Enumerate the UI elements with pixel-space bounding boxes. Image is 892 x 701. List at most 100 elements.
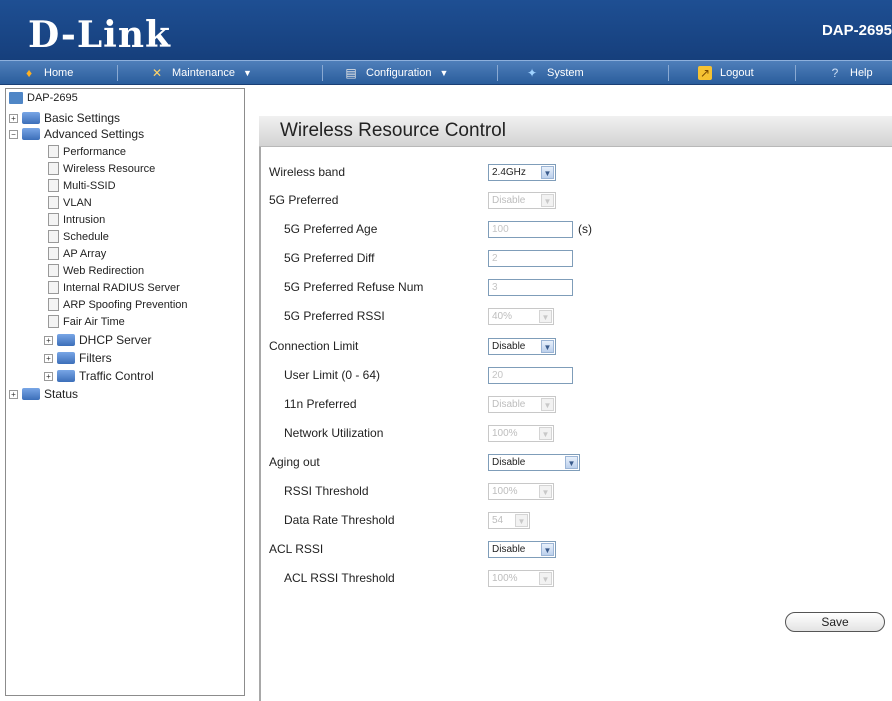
nav-logout[interactable]: ↗ Logout xyxy=(698,63,754,82)
tree-item-internal-radius-server[interactable]: Internal RADIUS Server xyxy=(48,281,180,294)
nav-maintenance-label: Maintenance xyxy=(172,66,235,79)
page-icon xyxy=(48,298,59,311)
page-icon xyxy=(48,230,59,243)
expand-icon[interactable]: + xyxy=(9,389,18,399)
rssi-threshold-select[interactable]: 100% ▼ xyxy=(488,483,554,500)
connection-limit-select[interactable]: Disable ▼ xyxy=(488,338,556,355)
expand-icon[interactable]: + xyxy=(44,371,53,381)
data-rate-threshold-select[interactable]: 54 ▼ xyxy=(488,512,530,529)
tree-item-label: ARP Spoofing Prevention xyxy=(63,298,188,311)
acl-rssi-threshold-select[interactable]: 100% ▼ xyxy=(488,570,554,587)
5g-preferred-label: 5G Preferred xyxy=(269,193,339,207)
5g-preferred-refuse-num-input[interactable]: 3 xyxy=(488,279,573,296)
chevron-down-icon: ▼ xyxy=(541,194,554,207)
tree-root-label: DAP-2695 xyxy=(27,92,78,104)
acl-rssi-label: ACL RSSI xyxy=(269,542,324,556)
page-icon xyxy=(48,196,59,209)
tree-item-ap-array[interactable]: AP Array xyxy=(48,247,106,260)
nav-home[interactable]: ♦ Home xyxy=(22,63,73,82)
nav-bar: ♦ Home ✕ Maintenance ▼ ▤ Configuration ▼… xyxy=(0,60,892,85)
5g-preferred-rssi-select[interactable]: 40% ▼ xyxy=(488,308,554,325)
network-utilization-select[interactable]: 100% ▼ xyxy=(488,425,554,442)
panel-title-bar: Wireless Resource Control xyxy=(259,116,892,147)
nav-separator xyxy=(795,65,796,81)
tree-dhcp-server-label: DHCP Server xyxy=(79,333,152,347)
tree-filters[interactable]: + Filters xyxy=(44,351,112,365)
tree-item-label: VLAN xyxy=(63,196,92,209)
user-limit-label: User Limit (0 - 64) xyxy=(284,368,381,382)
chevron-down-icon: ▼ xyxy=(515,514,528,527)
tree-item-label: Internal RADIUS Server xyxy=(63,281,180,294)
tree-advanced-settings[interactable]: − Advanced Settings xyxy=(9,127,144,141)
5g-preferred-rssi-value: 40% xyxy=(492,311,513,322)
folder-icon xyxy=(22,388,40,400)
tree-item-fair-air-time[interactable]: Fair Air Time xyxy=(48,315,125,328)
chevron-down-icon: ▼ xyxy=(539,310,552,323)
expand-icon[interactable]: + xyxy=(9,113,18,123)
user-limit-input[interactable]: 20 xyxy=(488,367,573,384)
tree-item-arp-spoofing-prevention[interactable]: ARP Spoofing Prevention xyxy=(48,298,188,311)
connection-limit-value: Disable xyxy=(492,341,526,352)
aging-out-value: Disable xyxy=(492,457,526,468)
tree-traffic-control-label: Traffic Control xyxy=(79,369,154,383)
chevron-down-icon: ▼ xyxy=(541,340,554,353)
tree-status[interactable]: + Status xyxy=(9,387,78,401)
aging-out-label: Aging out xyxy=(269,455,320,469)
5g-preferred-select[interactable]: Disable ▼ xyxy=(488,192,556,209)
nav-separator xyxy=(322,65,323,81)
tree-item-wireless-resource[interactable]: Wireless Resource xyxy=(48,162,155,175)
11n-preferred-label: 11n Preferred xyxy=(284,397,357,411)
page-icon xyxy=(48,213,59,226)
tree-item-intrusion[interactable]: Intrusion xyxy=(48,213,105,226)
tree-item-web-redirection[interactable]: Web Redirection xyxy=(48,264,144,277)
wireless-band-select[interactable]: 2.4GHz ▼ xyxy=(488,164,556,181)
5g-preferred-diff-label: 5G Preferred Diff xyxy=(284,251,375,265)
home-icon: ♦ xyxy=(25,65,33,80)
data-rate-threshold-label: Data Rate Threshold xyxy=(284,513,395,527)
chevron-down-icon: ▼ xyxy=(539,485,552,498)
tree-advanced-settings-label: Advanced Settings xyxy=(44,127,145,141)
save-button[interactable]: Save xyxy=(785,612,885,632)
nav-home-label: Home xyxy=(44,66,74,79)
nav-separator xyxy=(117,65,118,81)
5g-preferred-age-input[interactable]: 100 xyxy=(488,221,573,238)
aging-out-select[interactable]: Disable ▼ xyxy=(488,454,580,471)
nav-configuration[interactable]: ▤ Configuration ▼ xyxy=(344,63,448,82)
expand-icon[interactable]: + xyxy=(44,353,53,363)
data-rate-threshold-value: 54 xyxy=(492,515,504,526)
tree-basic-settings-label: Basic Settings xyxy=(44,111,121,125)
network-utilization-value: 100% xyxy=(492,428,518,439)
nav-help[interactable]: ? Help xyxy=(828,63,873,82)
nav-maintenance[interactable]: ✕ Maintenance ▼ xyxy=(150,63,252,82)
expand-icon[interactable]: + xyxy=(44,335,53,345)
page-icon xyxy=(48,179,59,192)
tree-item-vlan[interactable]: VLAN xyxy=(48,196,92,209)
nav-configuration-label: Configuration xyxy=(366,66,432,79)
chevron-down-icon: ▼ xyxy=(541,166,554,179)
5g-preferred-diff-input[interactable]: 2 xyxy=(488,250,573,267)
tree-item-label: Performance xyxy=(63,145,126,158)
tree-dhcp-server[interactable]: + DHCP Server xyxy=(44,333,151,347)
collapse-icon[interactable]: − xyxy=(9,129,18,139)
configuration-icon: ▤ xyxy=(345,65,357,80)
tree-item-label: AP Array xyxy=(63,247,107,260)
tree-item-schedule[interactable]: Schedule xyxy=(48,230,109,243)
system-icon: ✦ xyxy=(526,65,538,80)
folder-icon xyxy=(22,112,40,124)
tree-item-performance[interactable]: Performance xyxy=(48,145,126,158)
tree-root-device[interactable]: DAP-2695 xyxy=(9,92,78,104)
tree-item-multi-ssid[interactable]: Multi-SSID xyxy=(48,179,116,192)
tree-traffic-control[interactable]: + Traffic Control xyxy=(44,369,154,383)
chevron-down-icon: ▼ xyxy=(439,67,449,78)
wireless-band-label: Wireless band xyxy=(269,165,346,179)
5g-preferred-age-label: 5G Preferred Age xyxy=(284,222,378,236)
dlink-logo: D-Link xyxy=(28,14,171,56)
5g-preferred-age-unit: (s) xyxy=(578,222,592,236)
page-icon xyxy=(48,315,59,328)
acl-rssi-select[interactable]: Disable ▼ xyxy=(488,541,556,558)
tree-basic-settings[interactable]: + Basic Settings xyxy=(9,111,120,125)
11n-preferred-select[interactable]: Disable ▼ xyxy=(488,396,556,413)
tree-item-label: Web Redirection xyxy=(63,264,145,277)
nav-system[interactable]: ✦ System xyxy=(525,63,584,82)
page-icon xyxy=(48,162,59,175)
